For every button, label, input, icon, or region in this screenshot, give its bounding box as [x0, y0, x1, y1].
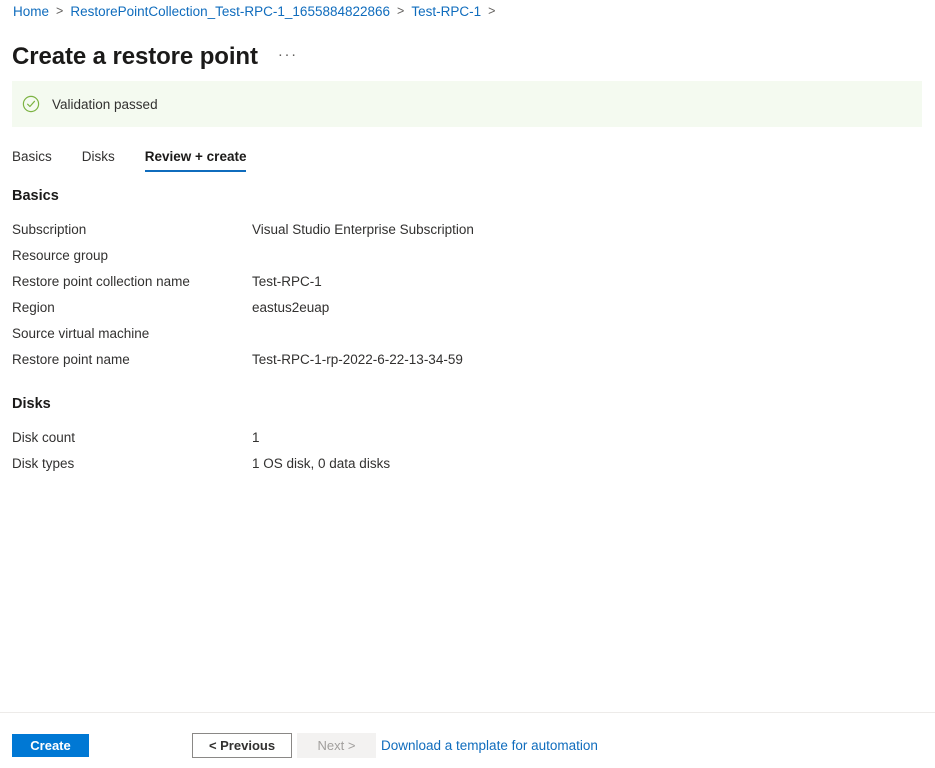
create-button[interactable]: Create [12, 734, 89, 757]
summary-label: Resource group [12, 248, 109, 263]
summary-label: Restore point name [12, 352, 130, 367]
next-button: Next > [297, 733, 376, 758]
summary-label: Disk count [12, 430, 76, 445]
summary-value: 1 [252, 430, 260, 445]
summary-label: Subscription [12, 222, 87, 237]
breadcrumb-item-home[interactable]: Home [12, 4, 50, 19]
breadcrumb-separator: > [56, 4, 64, 18]
check-circle-icon [22, 95, 40, 113]
wizard-tabs: Basics Disks Review + create [12, 140, 276, 172]
breadcrumb-separator-trailing: > [488, 4, 496, 18]
summary-value: Test-RPC-1 [252, 274, 322, 289]
summary-value: eastus2euap [252, 300, 330, 315]
summary-label: Region [12, 300, 55, 315]
title-row: Create a restore point ··· [12, 26, 300, 88]
summary-label: Source virtual machine [12, 326, 150, 341]
summary-row-resource-group: Resource group [12, 246, 912, 272]
summary-label: Restore point collection name [12, 274, 190, 289]
breadcrumb-separator: > [397, 4, 405, 18]
validation-message: Validation passed [52, 96, 158, 112]
summary-row-disk-types: Disk types 1 OS disk, 0 data disks [12, 454, 912, 480]
breadcrumb-item-test-rpc-1[interactable]: Test-RPC-1 [410, 4, 482, 19]
section-disks: Disks Disk count 1 Disk types 1 OS disk,… [12, 396, 912, 480]
summary-label: Disk types [12, 456, 75, 471]
summary-row-disk-count: Disk count 1 [12, 428, 912, 454]
section-basics: Basics Subscription Visual Studio Enterp… [12, 188, 912, 376]
summary-row-restore-point-collection-name: Restore point collection name Test-RPC-1 [12, 272, 912, 298]
tab-disks[interactable]: Disks [82, 149, 115, 172]
summary-value: Visual Studio Enterprise Subscription [252, 222, 474, 237]
validation-banner: Validation passed [12, 81, 922, 127]
section-heading-basics: Basics [12, 188, 59, 204]
summary-row-subscription: Subscription Visual Studio Enterprise Su… [12, 220, 912, 246]
breadcrumb-item-restore-point-collection[interactable]: RestorePointCollection_Test-RPC-1_165588… [69, 4, 391, 19]
breadcrumb: Home > RestorePointCollection_Test-RPC-1… [12, 0, 501, 22]
more-options-icon[interactable]: ··· [276, 44, 300, 71]
summary-value: Test-RPC-1-rp-2022-6-22-13-34-59 [252, 352, 463, 367]
previous-button[interactable]: < Previous [192, 733, 292, 758]
download-template-link[interactable]: Download a template for automation [381, 738, 598, 753]
summary-value: 1 OS disk, 0 data disks [252, 456, 391, 471]
section-heading-disks: Disks [12, 396, 51, 412]
tab-basics[interactable]: Basics [12, 149, 52, 172]
summary-row-restore-point-name: Restore point name Test-RPC-1-rp-2022-6-… [12, 350, 912, 376]
summary-row-region: Region eastus2euap [12, 298, 912, 324]
summary-row-source-virtual-machine: Source virtual machine [12, 324, 912, 350]
create-restore-point-blade: Home > RestorePointCollection_Test-RPC-1… [0, 0, 935, 768]
page-title: Create a restore point [12, 43, 258, 71]
tab-review-create[interactable]: Review + create [144, 149, 246, 172]
